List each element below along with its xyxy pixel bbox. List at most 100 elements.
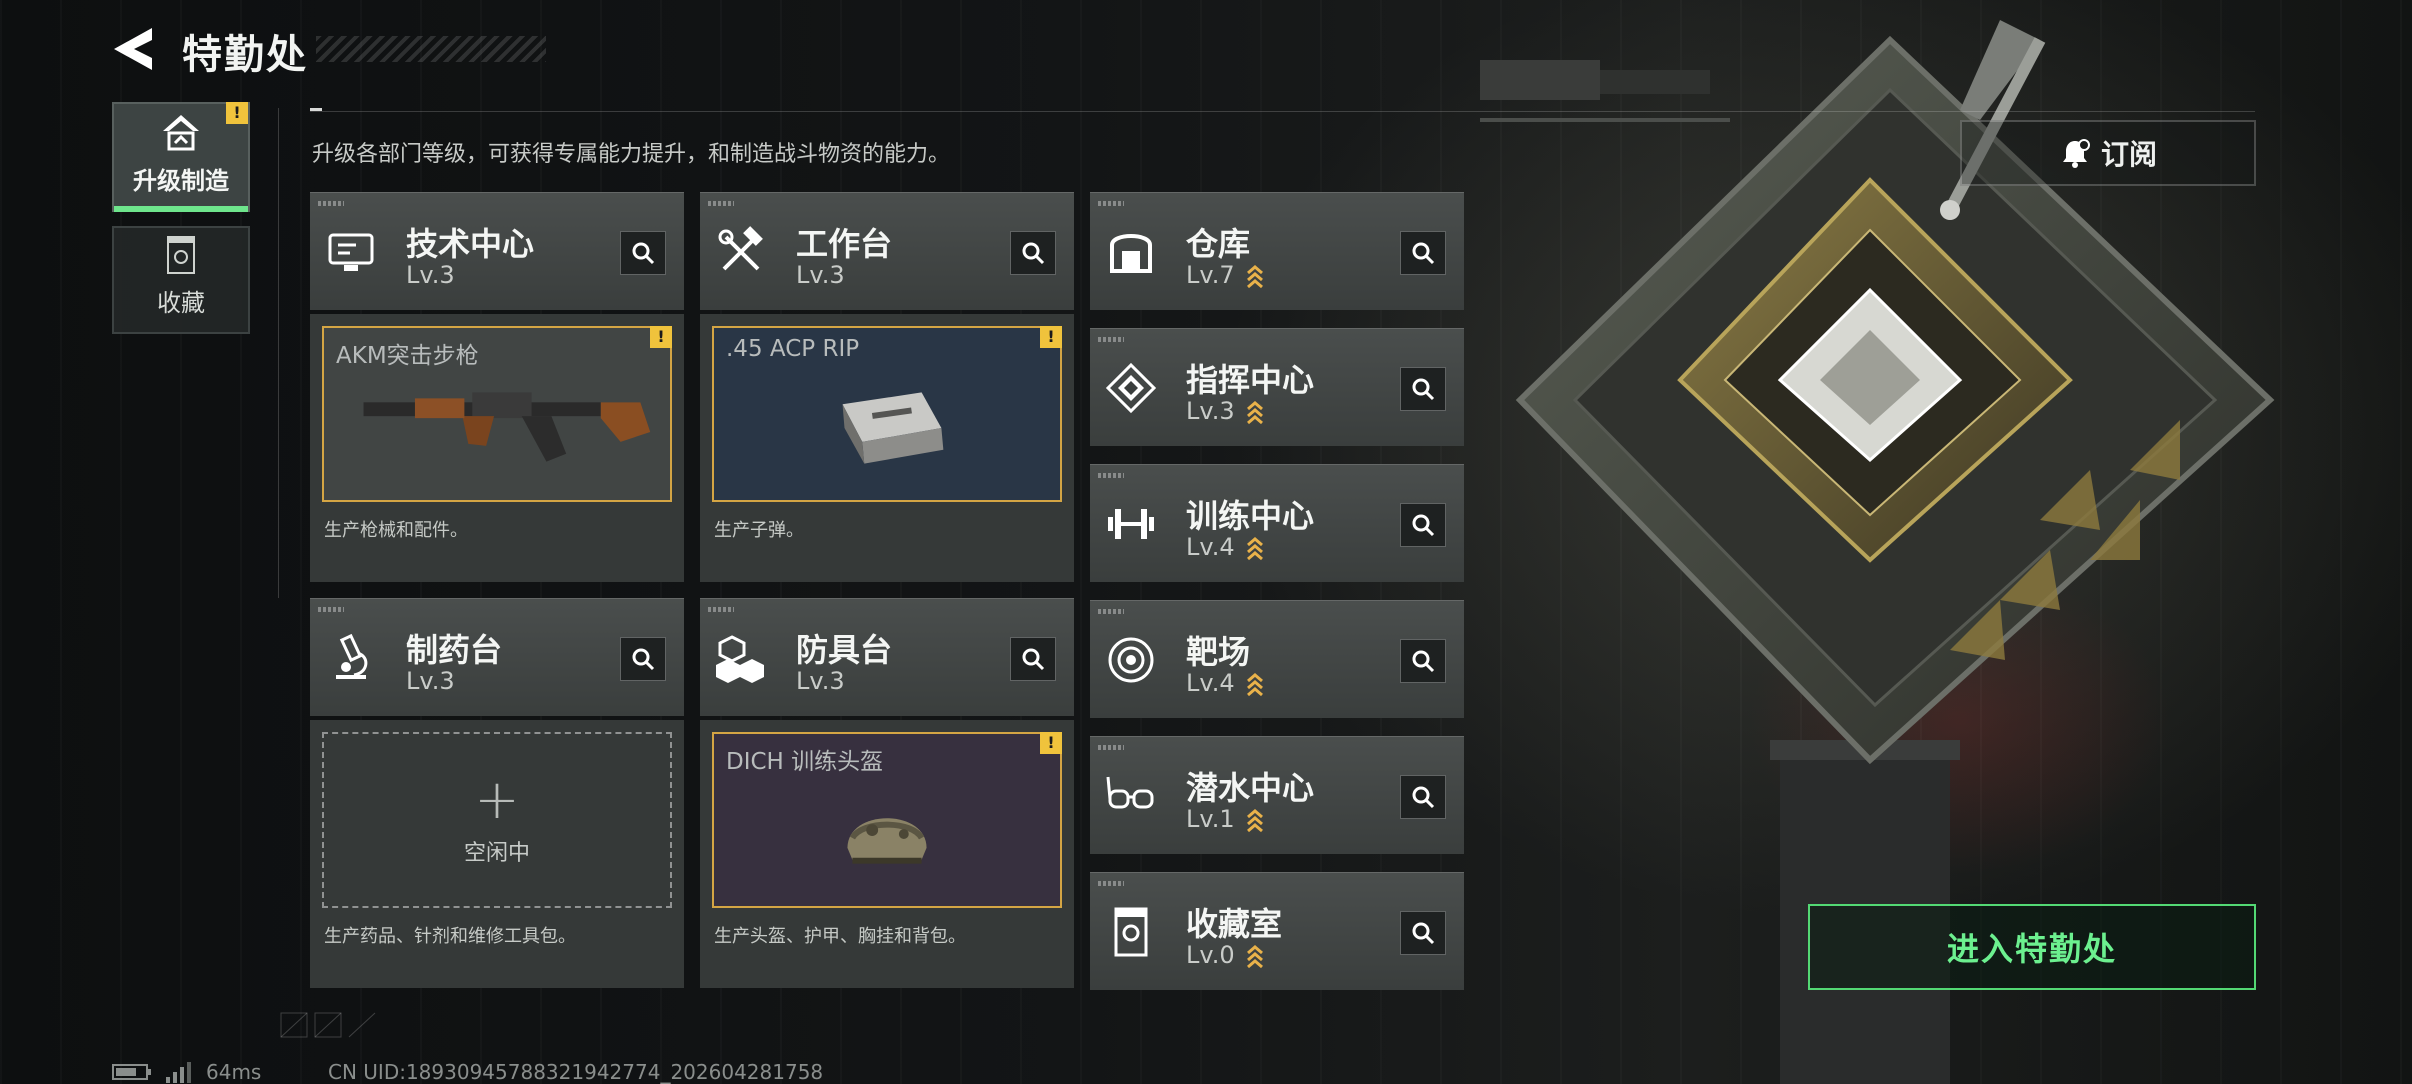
warning-badge: ! (1040, 326, 1062, 348)
dept-name: 仓库 (1186, 225, 1251, 263)
dept-level: Lv.4 (1186, 533, 1235, 561)
active-tab-indicator (114, 206, 248, 212)
dept-name: 制药台 (406, 631, 503, 669)
upgrade-available-icon (1247, 809, 1263, 833)
upgrade-available-icon (1247, 265, 1263, 289)
vault-icon (1110, 234, 1152, 273)
warning-badge: ! (1040, 732, 1062, 754)
search-button[interactable] (620, 231, 666, 275)
search-button[interactable] (1400, 775, 1446, 819)
ammo-box-image (842, 392, 944, 464)
search-icon (632, 242, 655, 265)
dept-card-armor-bench[interactable]: 防具台 Lv.3 (700, 598, 1074, 716)
search-icon (1412, 378, 1435, 401)
dept-card-workbench[interactable]: 工作台 Lv.3 (700, 192, 1074, 310)
tab-label: 收藏 (157, 289, 205, 317)
microscope-icon (336, 633, 368, 679)
decorative-slashes (280, 1012, 376, 1038)
cubes-icon (716, 635, 764, 683)
add-icon: + (474, 768, 520, 831)
production-slot-pharmacy[interactable]: + 空闲中 生产药品、针剂和维修工具包。 (310, 720, 684, 988)
upgrade-available-icon (1247, 401, 1263, 425)
search-icon (1412, 242, 1435, 265)
search-icon (1412, 514, 1435, 537)
search-icon (632, 648, 655, 671)
dept-card-tech-center[interactable]: 技术中心 Lv.3 (310, 192, 684, 310)
dept-name: 靶场 (1186, 633, 1251, 671)
dept-name: 工作台 (796, 225, 893, 263)
page-title: 特勤处 (182, 32, 308, 78)
production-item-frame[interactable]: ! .45 ACP RIP (712, 326, 1062, 502)
production-slot-workbench[interactable]: ! .45 ACP RIP 生产子弹。 (700, 314, 1074, 582)
dept-name: 训练中心 (1186, 497, 1315, 535)
dept-card-pharmacy[interactable]: 制药台 Lv.3 (310, 598, 684, 716)
dept-level: Lv.7 (1186, 261, 1235, 289)
dept-level: Lv.3 (796, 261, 845, 289)
dept-level: Lv.3 (406, 667, 455, 695)
production-slot-armor-bench[interactable]: ! DICH 训练头盔 生产头盔、护甲、胸挂和背包。 (700, 720, 1074, 988)
item-name: .45 ACP RIP (726, 336, 860, 362)
back-arrow-icon[interactable] (112, 26, 154, 72)
tab-collection[interactable]: 收藏 (112, 226, 250, 334)
chip-icon (1105, 362, 1157, 414)
production-description: 生产头盔、护甲、胸挂和背包。 (714, 926, 966, 947)
dept-level: Lv.0 (1186, 941, 1235, 969)
divider (310, 111, 2255, 112)
dept-name: 技术中心 (406, 225, 535, 263)
search-icon (1022, 648, 1045, 671)
dept-name: 潜水中心 (1186, 769, 1315, 807)
dept-level: Lv.3 (796, 667, 845, 695)
tab-upgrade-craft[interactable]: ! 升级制造 (112, 102, 250, 212)
dept-level: Lv.3 (406, 261, 455, 289)
search-button[interactable] (1400, 367, 1446, 411)
production-item-frame[interactable]: ! AKM突击步枪 (322, 326, 672, 502)
enter-special-ops-button[interactable]: 进入特勤处 (1808, 904, 2256, 990)
search-icon (1022, 242, 1045, 265)
production-slot-tech-center[interactable]: ! AKM突击步枪 生产枪械和配件。 (310, 314, 684, 582)
subscribe-button[interactable]: 订阅 (1960, 120, 2256, 186)
dept-card-command-center[interactable]: 指挥中心 Lv.3 (1090, 328, 1464, 446)
page-subtitle: 升级各部门等级，可获得专属能力提升，和制造战斗物资的能力。 (312, 142, 951, 167)
dept-card-diving-center[interactable]: 潜水中心 Lv.1 (1090, 736, 1464, 854)
divider-vertical (278, 108, 279, 598)
search-icon (1412, 786, 1435, 809)
upgrade-available-icon (1247, 537, 1263, 561)
production-description: 生产子弹。 (714, 520, 804, 541)
search-icon (1412, 650, 1435, 673)
dept-card-shooting-range[interactable]: 靶场 Lv.4 (1090, 600, 1464, 718)
user-uid: CN UID:18930945788321942774_202604281758 (328, 1060, 824, 1084)
search-button[interactable] (1400, 911, 1446, 955)
dept-card-training-center[interactable]: 训练中心 Lv.4 (1090, 464, 1464, 582)
idle-slot[interactable]: + 空闲中 (322, 732, 672, 908)
dept-level: Lv.3 (1186, 397, 1235, 425)
search-button[interactable] (1400, 503, 1446, 547)
subscribe-label: 订阅 (2100, 138, 2157, 171)
warning-badge: ! (226, 102, 248, 124)
search-button[interactable] (620, 637, 666, 681)
search-button[interactable] (1400, 231, 1446, 275)
search-button[interactable] (1010, 637, 1056, 681)
helmet-image (847, 818, 927, 864)
diving-mask-icon (1106, 776, 1154, 809)
search-button[interactable] (1010, 231, 1056, 275)
divider-mark (310, 108, 322, 111)
dept-card-warehouse[interactable]: 仓库 Lv.7 (1090, 192, 1464, 310)
production-item-frame[interactable]: ! DICH 训练头盔 (712, 732, 1062, 908)
battery-icon (112, 1064, 151, 1080)
collection-cabinet-icon (167, 236, 195, 274)
dept-name: 指挥中心 (1186, 361, 1315, 399)
hammer-wrench-icon (718, 226, 763, 271)
status-bar: 64ms (112, 1060, 261, 1084)
search-button[interactable] (1400, 639, 1446, 683)
dept-level: Lv.4 (1186, 669, 1235, 697)
dept-level: Lv.1 (1186, 805, 1235, 833)
target-icon (1108, 637, 1154, 683)
dumbbell-icon (1108, 509, 1154, 539)
title-decoration (316, 36, 546, 62)
dept-card-collection-room[interactable]: 收藏室 Lv.0 (1090, 872, 1464, 990)
signal-icon (166, 1062, 191, 1083)
enter-button-label: 进入特勤处 (1946, 930, 2117, 968)
upgrade-icon (163, 115, 199, 151)
monitor-icon (328, 233, 374, 271)
upgrade-available-icon (1247, 673, 1263, 697)
